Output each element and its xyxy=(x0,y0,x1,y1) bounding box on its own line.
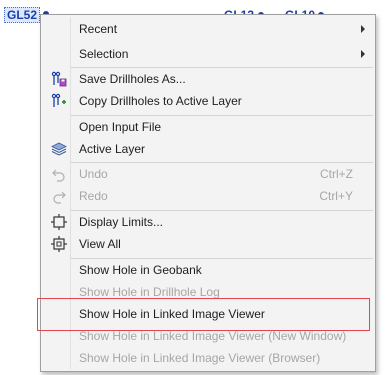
menu-item-show-hole-linked-image-viewer-browser[interactable]: Show Hole in Linked Image Viewer (Browse… xyxy=(41,347,375,369)
redo-icon xyxy=(53,191,66,204)
menu-item-label: Redo xyxy=(79,189,108,203)
menu-item-label: Display Limits... xyxy=(79,215,164,229)
menu-item-active-layer[interactable]: Active Layer xyxy=(41,138,375,160)
menu-item-copy-drillholes[interactable]: Copy Drillholes to Active Layer xyxy=(41,90,375,112)
menu-item-redo[interactable]: Redo Ctrl+Y xyxy=(41,185,375,207)
menu-item-view-all[interactable]: View All xyxy=(41,233,375,255)
menu-item-label: Open Input File xyxy=(79,120,162,134)
menu-item-shortcut: Ctrl+Z xyxy=(320,167,353,181)
menu-item-shortcut: Ctrl+Y xyxy=(319,189,353,203)
menu-item-selection[interactable]: Selection xyxy=(41,43,375,65)
highlight-annotation xyxy=(37,298,370,331)
menu-item-label: Save Drillholes As... xyxy=(79,72,186,86)
menu-item-display-limits[interactable]: Display Limits... xyxy=(41,211,375,233)
menu-item-label: Copy Drillholes to Active Layer xyxy=(79,94,242,108)
menu-item-label: Active Layer xyxy=(79,142,146,156)
layers-icon xyxy=(51,142,67,156)
menu-item-label: View All xyxy=(79,237,121,251)
menu-item-save-drillholes-as[interactable]: Save Drillholes As... xyxy=(41,68,375,90)
save-drillholes-icon xyxy=(51,71,67,87)
menu-item-open-input-file[interactable]: Open Input File xyxy=(41,116,375,138)
menu-item-undo[interactable]: Undo Ctrl+Z xyxy=(41,163,375,185)
menu-item-label: Undo xyxy=(79,167,108,181)
copy-drillholes-icon xyxy=(51,93,66,107)
menu-item-recent[interactable]: Recent xyxy=(41,18,375,40)
drillhole-view: GL52 GL13 GL10 Recent Selection xyxy=(0,0,385,375)
undo-icon xyxy=(52,169,65,182)
hole-label-gl52[interactable]: GL52 xyxy=(4,7,41,23)
submenu-arrow-icon xyxy=(361,50,365,58)
menu-item-label: Selection xyxy=(79,47,129,61)
menu-item-label: Show Hole in Geobank xyxy=(79,263,202,277)
menu-item-label: Show Hole in Linked Image Viewer (Browse… xyxy=(79,351,321,365)
view-all-icon xyxy=(51,236,67,252)
submenu-arrow-icon xyxy=(361,25,365,33)
menu-item-show-hole-geobank[interactable]: Show Hole in Geobank xyxy=(41,259,375,281)
menu-item-label: Recent xyxy=(79,22,118,36)
display-limits-icon xyxy=(51,214,67,230)
